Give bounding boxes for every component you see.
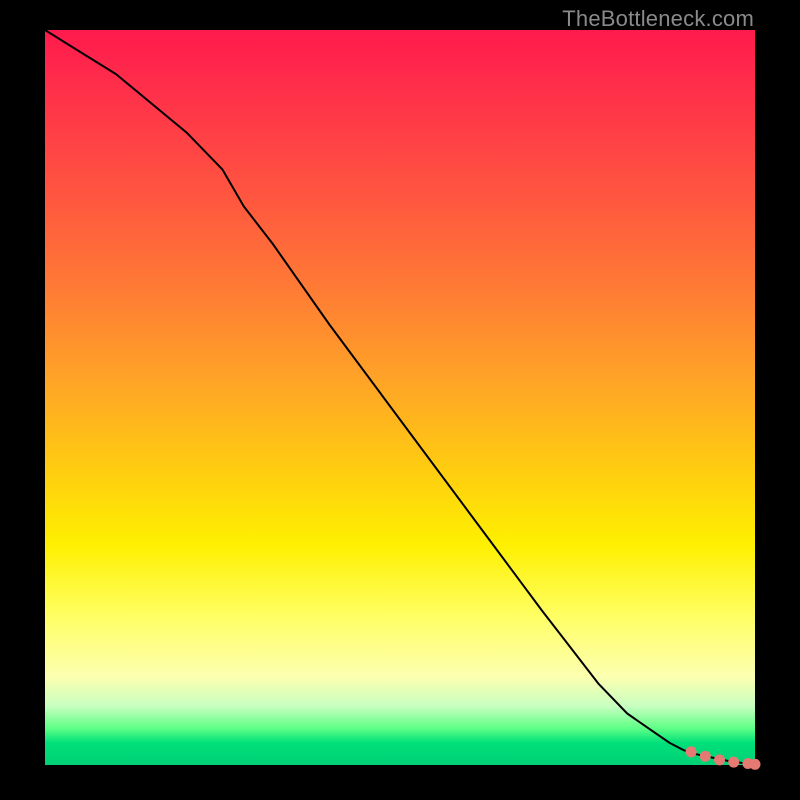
chart-frame: TheBottleneck.com <box>0 0 800 800</box>
plot-area <box>45 30 755 765</box>
watermark: TheBottleneck.com <box>562 6 754 32</box>
